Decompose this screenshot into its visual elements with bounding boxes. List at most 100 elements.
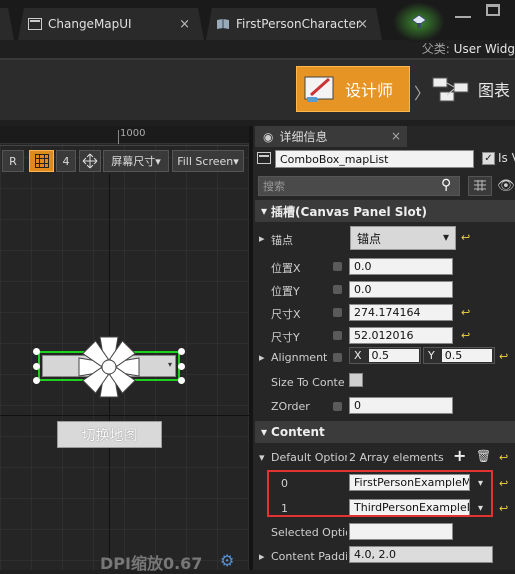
trash-icon[interactable]: 🗑 [476, 449, 491, 463]
reset-arrow-icon[interactable]: ↩ [499, 350, 508, 363]
details-tab-label: 详细信息 [279, 130, 328, 144]
graph-label: 图表 [478, 81, 511, 100]
resize-handle[interactable] [33, 377, 40, 384]
resize-handle[interactable] [178, 348, 185, 355]
position-x-input[interactable]: 0.0 [349, 258, 453, 275]
drag-handle-icon[interactable] [333, 262, 342, 271]
size-to-content-checkbox[interactable] [349, 373, 363, 387]
parent-class: 父类: User Widg [421, 42, 515, 56]
widget-name-input[interactable]: ComboBox_mapList [275, 150, 474, 168]
chevron-down-icon[interactable]: ▾ [259, 451, 265, 464]
reset-arrow-icon[interactable]: ↩ [461, 329, 470, 342]
tab-changemapui[interactable]: ChangeMapUI × [18, 8, 204, 40]
anchors-dropdown[interactable]: 锚点 ▾ [350, 226, 456, 250]
divider [0, 58, 515, 60]
tab-firstpersoncharacter[interactable]: FirstPersonCharacter × [206, 8, 382, 40]
alignment-x-field[interactable]: X 0.5 [349, 347, 421, 364]
alignment-y-input[interactable]: 0.5 [441, 349, 493, 362]
drag-handle-icon[interactable] [333, 285, 342, 294]
reset-arrow-icon[interactable]: ↩ [499, 477, 508, 490]
resize-handle[interactable] [33, 363, 40, 370]
selected-option-label: Selected Optio [271, 526, 347, 539]
is-variable-label: Is V [498, 151, 515, 165]
size-y-input[interactable]: 52.012016 [349, 327, 453, 344]
designer-icon [304, 76, 334, 102]
alignment-x-axis-label: X [354, 349, 362, 362]
resize-handle[interactable] [178, 377, 185, 384]
reset-arrow-icon[interactable]: ↩ [461, 231, 470, 244]
alignment-y-axis-label: Y [428, 349, 435, 362]
tab-label: ChangeMapUI [48, 17, 132, 31]
property-matrix-button[interactable] [468, 176, 492, 196]
resize-handle[interactable] [33, 348, 40, 355]
minimize-icon[interactable] [455, 4, 471, 18]
reset-arrow-icon[interactable]: ↩ [499, 451, 508, 464]
table-icon [474, 180, 486, 191]
designer-mode-button[interactable]: 设计师 [296, 66, 410, 112]
close-tab-icon[interactable]: × [179, 17, 190, 32]
selected-option-input[interactable] [349, 523, 453, 540]
details-search-input[interactable]: 搜索 [258, 176, 460, 196]
maximize-icon[interactable] [486, 4, 500, 16]
tab-details[interactable]: ◉ 详细信息 × [255, 126, 407, 147]
anchor-flower-icon[interactable] [78, 334, 140, 403]
eye-icon[interactable]: 👁 [497, 178, 515, 194]
drag-handle-icon[interactable] [333, 353, 342, 362]
ruler-tick-label: 1000 [120, 128, 146, 139]
chevron-down-icon: ▾ [233, 154, 239, 168]
array-count-label: 2 Array elements [349, 451, 444, 464]
close-tab-icon[interactable]: × [357, 17, 368, 32]
is-variable-checkbox[interactable]: ✓ [482, 152, 495, 165]
section-title: 插槽(Canvas Panel Slot) [271, 204, 427, 219]
drag-handle-icon[interactable] [333, 402, 342, 411]
source-control-icon[interactable] [410, 12, 428, 33]
default-options-label: Default Options [271, 451, 347, 464]
content-section[interactable]: ▾ Content [255, 421, 515, 443]
chevron-right-icon: 〉 [414, 84, 431, 103]
widget-type-icon [257, 152, 271, 167]
alignment-x-input[interactable]: 0.5 [368, 349, 420, 362]
details-icon: ◉ [263, 129, 274, 144]
content-padding-field[interactable]: 4.0, 2.0 [349, 546, 493, 563]
size-y-label: 尺寸Y [271, 331, 300, 344]
dpi-scale-label: DPI缩放0.67 [100, 554, 203, 573]
add-element-icon[interactable]: + [453, 446, 466, 465]
parent-class-link[interactable]: User Widg [454, 42, 515, 56]
rotate-button[interactable]: R [2, 150, 24, 172]
widget-blueprint-icon [28, 18, 42, 30]
chevron-down-icon: ▾ [261, 204, 268, 218]
panel-splitter[interactable] [249, 126, 253, 570]
grid-size-stepper[interactable]: 4 [56, 150, 76, 172]
screen-size-dropdown[interactable]: 屏幕尺寸 ▾ [103, 150, 169, 172]
position-y-input[interactable]: 0.0 [349, 281, 453, 298]
alignment-y-field[interactable]: Y 0.5 [423, 347, 495, 364]
search-icon[interactable]: ⚲ [441, 177, 451, 193]
canvas-guide-horizontal [0, 415, 249, 416]
grid-snap-toggle[interactable] [29, 150, 54, 172]
resize-handle[interactable] [178, 363, 185, 370]
move-arrows-icon [82, 153, 98, 169]
move-tool-button[interactable] [79, 150, 101, 172]
drag-handle-icon[interactable] [333, 331, 342, 340]
zorder-input[interactable]: 0 [349, 397, 453, 414]
gear-icon[interactable]: ⚙ [220, 551, 234, 570]
blueprint-book-icon [216, 18, 230, 30]
expand-arrow-icon[interactable]: ▸ [259, 351, 265, 364]
drag-handle-icon[interactable] [333, 308, 342, 317]
reset-arrow-icon[interactable]: ↩ [461, 306, 470, 319]
switch-map-button[interactable]: 切换地图 [57, 421, 162, 448]
expand-arrow-icon[interactable]: ▸ [259, 232, 265, 245]
expand-arrow-icon[interactable]: ▸ [259, 550, 265, 563]
size-x-input[interactable]: 274.174164 [349, 304, 453, 321]
zorder-label: ZOrder [271, 400, 310, 413]
close-tab-icon[interactable]: × [391, 129, 401, 143]
reset-arrow-icon[interactable]: ↩ [499, 502, 508, 515]
ruler-tick [118, 130, 119, 144]
fill-screen-dropdown[interactable]: Fill Screen ▾ [172, 150, 244, 172]
chevron-down-icon: ▾ [155, 154, 161, 168]
graph-mode-button[interactable]: 图表 [432, 66, 515, 112]
chevron-down-icon: ▾ [442, 230, 449, 244]
size-to-content-label: Size To Content [271, 376, 345, 389]
canvas-slot-section[interactable]: ▾ 插槽(Canvas Panel Slot) [255, 200, 515, 222]
horizontal-ruler: 1000 [0, 126, 249, 144]
